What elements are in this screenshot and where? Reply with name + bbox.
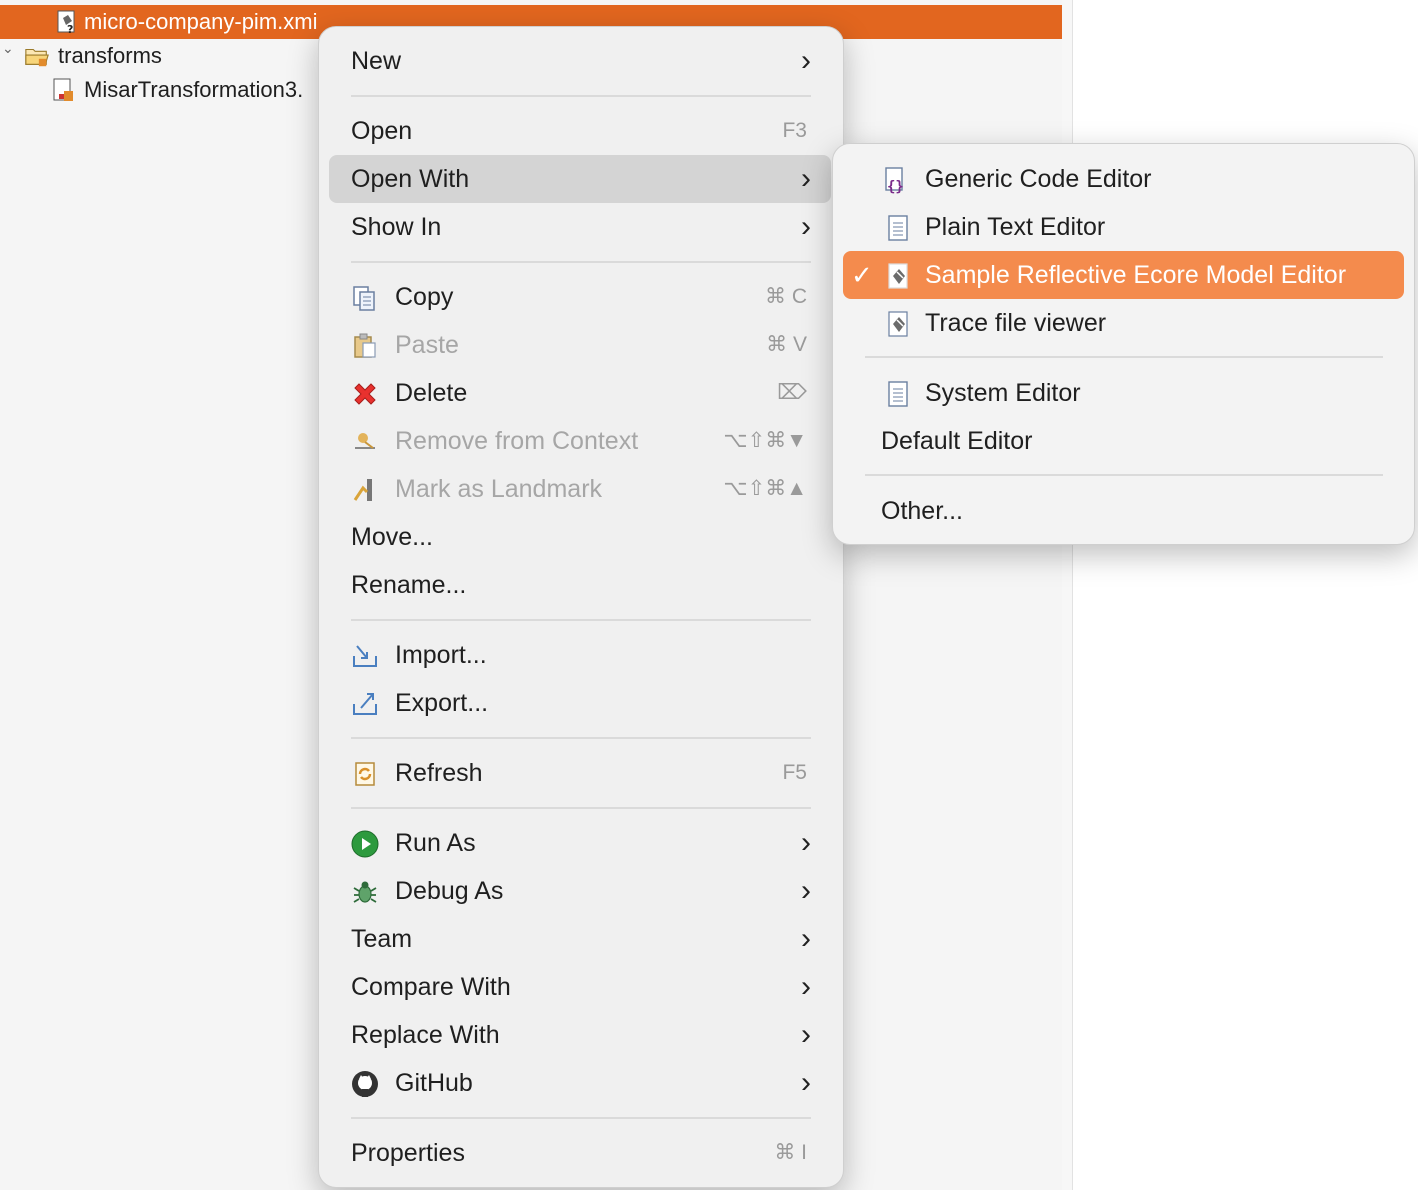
chevron-right-icon: › xyxy=(801,1018,811,1051)
menu-item-show-in[interactable]: Show In › xyxy=(329,203,831,251)
github-icon xyxy=(352,1071,378,1097)
submenu-item-other[interactable]: Other... xyxy=(843,487,1404,535)
menu-item-replace-with[interactable]: Replace With › xyxy=(329,1011,831,1059)
ecore-model-icon xyxy=(888,263,908,289)
menu-item-open[interactable]: Open F3 xyxy=(329,107,831,155)
menu-item-github[interactable]: GitHub › xyxy=(329,1059,831,1107)
svg-text:{}: {} xyxy=(887,179,904,194)
transformation-file-icon xyxy=(53,78,73,101)
chevron-right-icon: › xyxy=(801,826,811,859)
menu-separator xyxy=(351,807,811,809)
import-icon xyxy=(353,645,377,667)
menu-item-refresh[interactable]: Refresh F5 xyxy=(329,749,831,797)
chevron-right-icon: › xyxy=(801,1066,811,1099)
chevron-right-icon: › xyxy=(801,970,811,1003)
submenu-item-sample-reflective-ecore-editor[interactable]: ✓ Sample Reflective Ecore Model Editor xyxy=(843,251,1404,299)
menu-item-new[interactable]: New › xyxy=(329,37,831,85)
menu-item-team[interactable]: Team › xyxy=(329,915,831,963)
svg-text:?: ? xyxy=(67,23,73,35)
chevron-right-icon: › xyxy=(801,922,811,955)
refresh-icon xyxy=(355,762,375,786)
menu-separator xyxy=(351,737,811,739)
menu-item-export[interactable]: Export... xyxy=(329,679,831,727)
landmark-icon xyxy=(353,479,372,501)
remove-context-icon xyxy=(355,433,375,449)
menu-item-remove-from-context[interactable]: Remove from Context ⌥⇧⌘▼ xyxy=(329,417,831,465)
menu-item-move[interactable]: Move... xyxy=(329,513,831,561)
submenu-item-plain-text-editor[interactable]: Plain Text Editor xyxy=(843,203,1404,251)
trace-file-icon xyxy=(888,311,908,337)
submenu-item-default-editor[interactable]: Default Editor xyxy=(843,417,1404,465)
menu-separator xyxy=(351,261,811,263)
text-file-icon xyxy=(888,381,908,407)
menu-item-debug-as[interactable]: Debug As › xyxy=(329,867,831,915)
menu-item-paste[interactable]: Paste ⌘ V xyxy=(329,321,831,369)
delete-icon xyxy=(354,383,376,405)
menu-item-import[interactable]: Import... xyxy=(329,631,831,679)
chevron-right-icon: › xyxy=(801,210,811,243)
open-with-submenu: {} Generic Code Editor Plain Text Editor… xyxy=(832,143,1415,545)
code-editor-icon: {} xyxy=(885,167,904,194)
submenu-item-system-editor[interactable]: System Editor xyxy=(843,369,1404,417)
menu-separator xyxy=(351,95,811,97)
menu-item-mark-as-landmark[interactable]: Mark as Landmark ⌥⇧⌘▲ xyxy=(329,465,831,513)
bug-icon xyxy=(353,881,377,903)
chevron-right-icon: › xyxy=(801,874,811,907)
xmi-file-icon: ? xyxy=(57,10,75,35)
submenu-separator xyxy=(865,474,1383,476)
menu-item-run-as[interactable]: Run As › xyxy=(329,819,831,867)
menu-separator xyxy=(351,619,811,621)
checkmark-icon: ✓ xyxy=(851,260,873,290)
submenu-item-generic-code-editor[interactable]: {} Generic Code Editor xyxy=(843,155,1404,203)
menu-item-copy[interactable]: Copy ⌘ C xyxy=(329,273,831,321)
menu-separator xyxy=(351,1117,811,1119)
menu-item-rename[interactable]: Rename... xyxy=(329,561,831,609)
chevron-down-icon[interactable]: ⌄ xyxy=(2,31,14,65)
submenu-item-trace-file-viewer[interactable]: Trace file viewer xyxy=(843,299,1404,347)
submenu-separator xyxy=(865,356,1383,358)
text-file-icon xyxy=(888,215,908,241)
tree-item-misar-transformation[interactable]: MisarTransformation3. xyxy=(0,73,320,107)
menu-item-delete[interactable]: Delete ⌦ xyxy=(329,369,831,417)
menu-item-open-with[interactable]: Open With › xyxy=(329,155,831,203)
chevron-right-icon: › xyxy=(801,44,811,77)
folder-icon xyxy=(25,48,49,67)
context-menu: New › Open F3 Open With › Show In › Copy… xyxy=(318,26,844,1188)
copy-icon xyxy=(353,286,375,311)
tree-item-transforms[interactable]: ⌄ transforms xyxy=(0,39,320,73)
menu-item-compare-with[interactable]: Compare With › xyxy=(329,963,831,1011)
export-icon xyxy=(353,693,377,715)
menu-item-properties[interactable]: Properties ⌘ I xyxy=(329,1129,831,1177)
paste-icon xyxy=(354,333,376,358)
chevron-right-icon: › xyxy=(801,162,811,195)
run-icon xyxy=(351,830,379,858)
